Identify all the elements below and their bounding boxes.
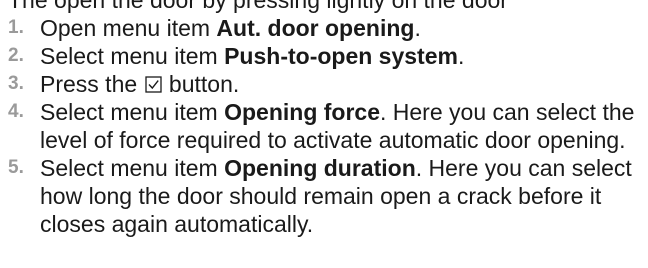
step-text-lead: Press the <box>40 71 144 97</box>
menu-item-name: Opening force <box>224 99 380 125</box>
step-text: Select menu item Opening force. Here you… <box>40 98 638 154</box>
step-number: 4. <box>8 101 24 122</box>
menu-item-name: Aut. door opening <box>216 15 415 41</box>
step-text-lead: Select menu item <box>40 43 225 69</box>
instruction-step-4: 4. Select menu item Opening force. Here … <box>8 98 638 154</box>
step-text-lead: Select menu item <box>40 155 225 181</box>
instruction-step-2: 2. Select menu item Push-to-open system. <box>8 42 638 70</box>
check-box-icon <box>144 76 162 93</box>
instruction-list: 1. Open menu item Aut. door opening. 2. … <box>8 14 638 238</box>
instruction-step-5: 5. Select menu item Opening duration. He… <box>8 154 638 238</box>
step-text: Press the button. <box>40 70 638 98</box>
step-text: Open menu item Aut. door opening. <box>40 14 638 42</box>
instruction-step-1: 1. Open menu item Aut. door opening. <box>8 14 638 42</box>
step-number: 3. <box>8 73 24 94</box>
step-text: Select menu item Push-to-open system. <box>40 42 638 70</box>
menu-item-name: Push-to-open system <box>224 43 458 69</box>
instruction-step-3: 3. Press the button. <box>8 70 638 98</box>
step-text-tail: button. <box>162 71 240 97</box>
step-text-tail: . <box>457 43 465 69</box>
step-number: 2. <box>8 45 24 66</box>
step-text: Select menu item Opening duration. Here … <box>40 154 638 238</box>
menu-item-name: Opening duration <box>224 155 416 181</box>
step-number: 1. <box>8 17 24 38</box>
step-text-tail: . <box>414 15 421 41</box>
step-number: 5. <box>8 157 24 178</box>
intro-text: The open the door by pressing lightly on… <box>8 0 508 13</box>
step-text-lead: Open menu item <box>40 15 217 41</box>
step-text-lead: Select menu item <box>40 99 225 125</box>
